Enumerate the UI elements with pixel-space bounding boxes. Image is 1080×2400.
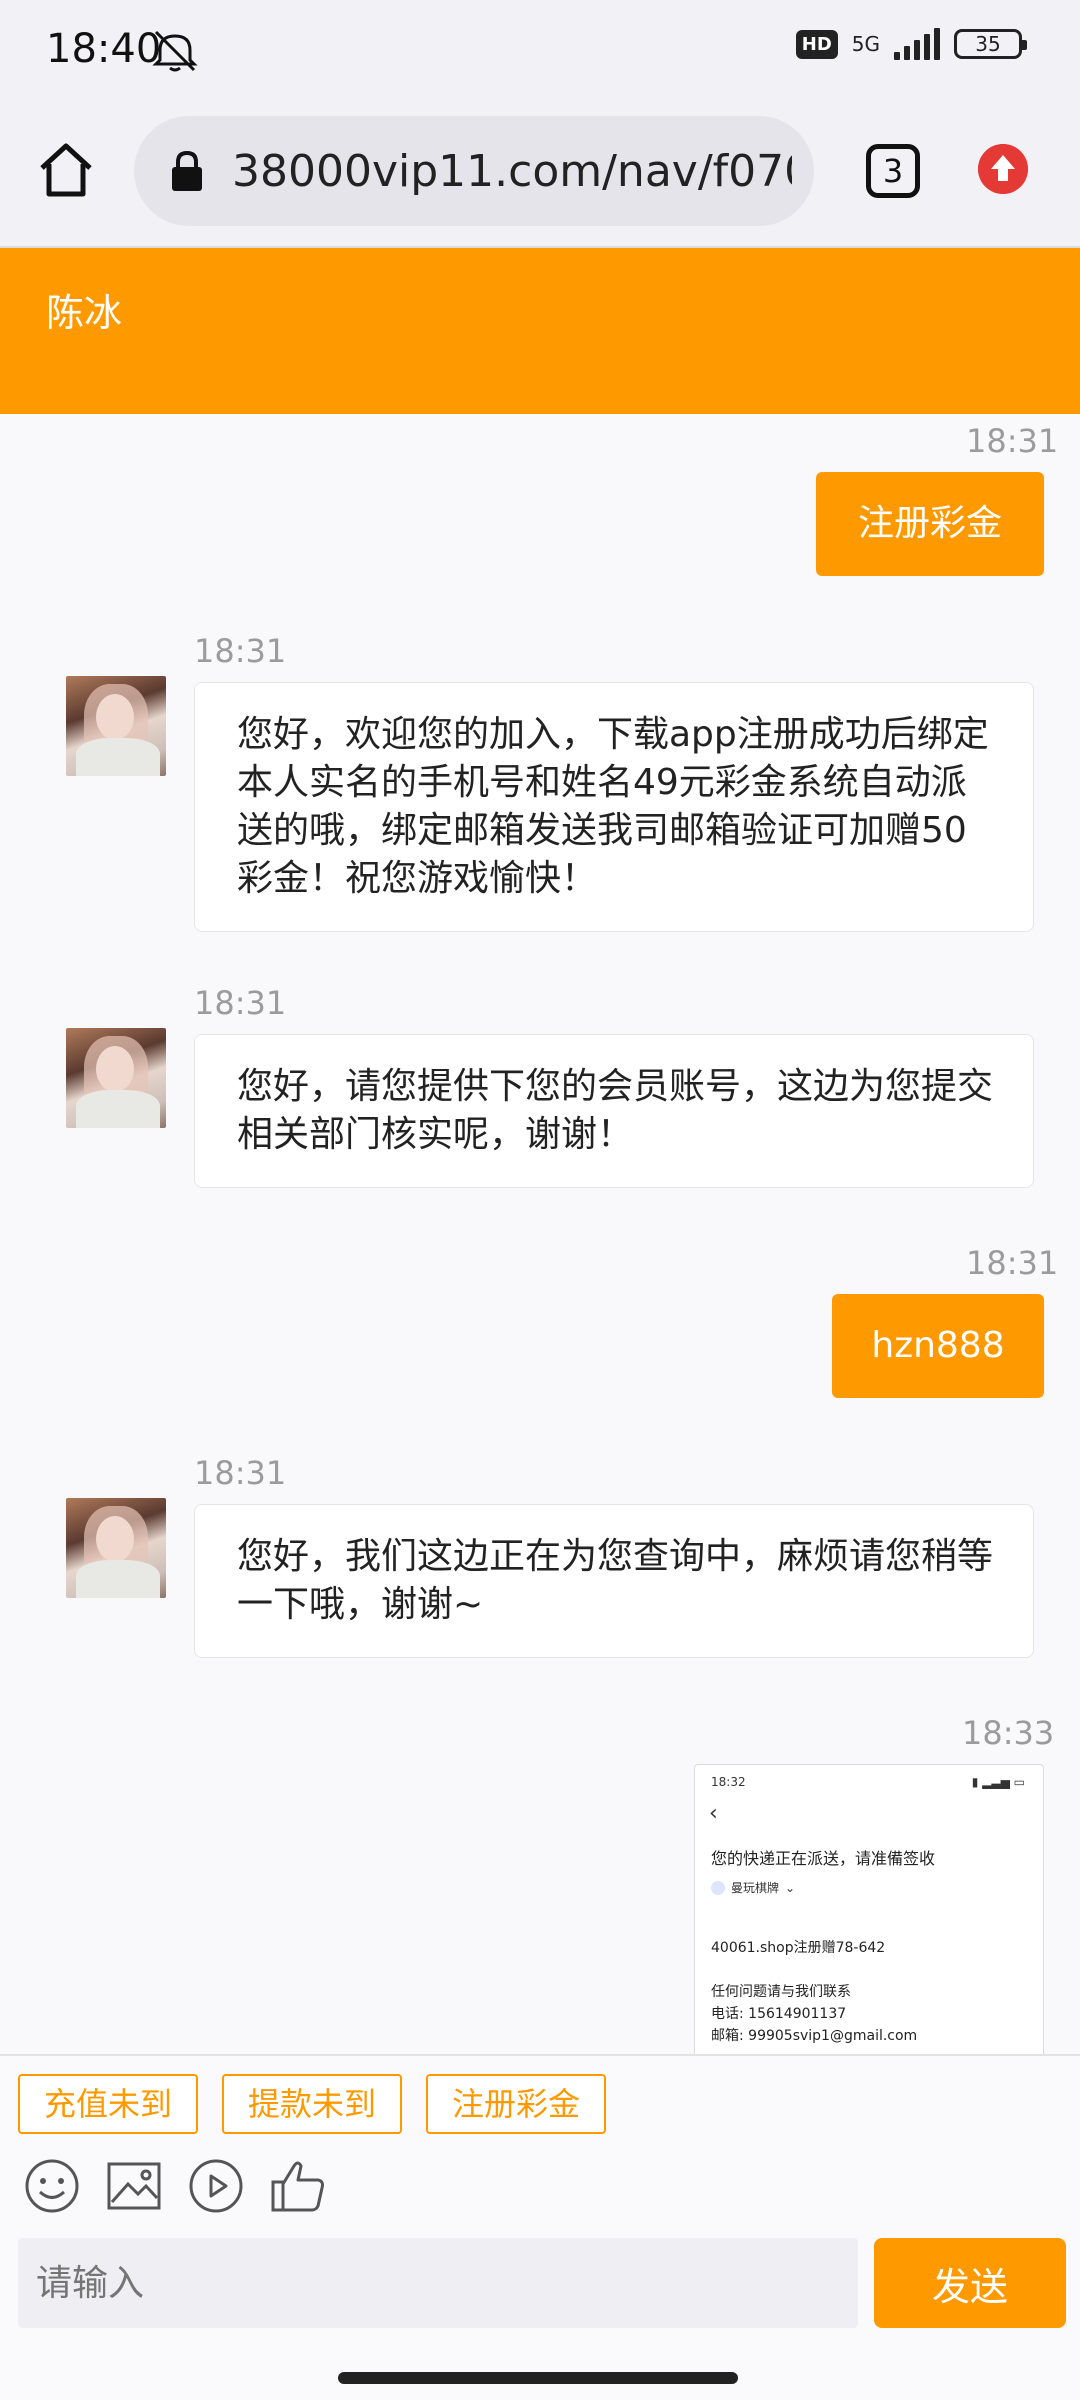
composer: 充值未到 提款未到 注册彩金 发送 <box>0 2054 1080 2354</box>
image-status-icon: ▮ ▂▃▅ ▭ <box>971 1775 1025 1789</box>
mute-icon <box>152 30 198 72</box>
send-button[interactable]: 发送 <box>874 2238 1066 2328</box>
message-time: 18:31 <box>194 984 287 1022</box>
message-time: 18:33 <box>962 1714 1055 1752</box>
agent-avatar <box>66 676 166 776</box>
status-indicators: HD 5G 35 <box>795 28 1027 60</box>
message-time: 18:31 <box>194 1454 287 1492</box>
agent-avatar <box>66 1498 166 1598</box>
home-indicator[interactable] <box>338 2372 738 2384</box>
my-message: hzn888 <box>832 1294 1044 1398</box>
chevron-down-icon: ⌄ <box>785 1880 796 1895</box>
agent-message: 您好，我们这边正在为您查询中，麻烦请您稍等一下哦，谢谢~ <box>194 1504 1034 1658</box>
message-input[interactable] <box>18 2238 858 2328</box>
image-headline: 您的快递正在派送，请准備签收 <box>711 1849 936 1868</box>
image-back-icon: ‹ <box>709 1801 718 1826</box>
video-icon[interactable] <box>186 2156 246 2216</box>
message-time: 18:31 <box>966 1244 1059 1282</box>
quick-reply-withdraw[interactable]: 提款未到 <box>222 2074 402 2134</box>
my-message: 注册彩金 <box>816 472 1044 576</box>
address-bar[interactable]: 38000vip11.com/nav/f070/c <box>134 116 814 226</box>
image-message[interactable]: 18:32 ▮ ▂▃▅ ▭ ‹ 您的快递正在派送，请准備签收 曼玩棋牌 ⌄ 400… <box>694 1764 1044 2054</box>
update-icon[interactable] <box>978 144 1028 194</box>
image-line: 电话: 15614901137 <box>711 2006 847 2022</box>
browser-toolbar: 38000vip11.com/nav/f070/c 3 <box>0 100 1080 248</box>
status-bar: 18:40 HD 5G 35 <box>0 0 1080 100</box>
message-list[interactable]: 18:31 注册彩金 18:31 您好，欢迎您的加入，下载app注册成功后绑定本… <box>0 414 1080 2054</box>
message-time: 18:31 <box>966 422 1059 460</box>
agent-avatar <box>66 1028 166 1128</box>
image-time: 18:32 <box>711 1775 746 1789</box>
emoji-icon[interactable] <box>22 2156 82 2216</box>
thumbs-up-icon[interactable] <box>268 2156 328 2216</box>
message-time: 18:31 <box>194 632 287 670</box>
agent-message: 您好，欢迎您的加入，下载app注册成功后绑定本人实名的手机号和姓名49元彩金系统… <box>194 682 1034 932</box>
image-line: 任何问题请与我们联系 <box>711 1984 851 2000</box>
hd-icon: HD <box>795 29 838 59</box>
image-line: 邮箱: 99905svip1@gmail.com <box>711 2028 918 2044</box>
image-sender-name: 曼玩棋牌 <box>731 1881 780 1895</box>
home-icon[interactable] <box>36 140 96 200</box>
agent-message: 您好，请您提供下您的会员账号，这边为您提交相关部门核实呢，谢谢！ <box>194 1034 1034 1188</box>
agent-name: 陈冰 <box>46 291 123 335</box>
gesture-bar <box>0 2354 1080 2400</box>
sender-icon <box>711 1880 725 1895</box>
image-icon[interactable] <box>104 2156 164 2216</box>
image-sender: 曼玩棋牌 ⌄ <box>711 1879 795 1896</box>
chat-header: 陈冰 <box>0 248 1080 414</box>
quick-reply-bonus[interactable]: 注册彩金 <box>426 2074 606 2134</box>
network-label: 5G <box>851 32 880 56</box>
battery-icon: 35 <box>954 29 1027 59</box>
status-time: 18:40 <box>46 26 162 72</box>
image-line: 40061.shop注册赠78-642 <box>711 1940 886 1956</box>
signal-icon <box>894 28 940 60</box>
tabs-button[interactable]: 3 <box>866 144 920 198</box>
quick-reply-deposit[interactable]: 充值未到 <box>18 2074 198 2134</box>
lock-icon <box>172 150 202 191</box>
url-text: 38000vip11.com/nav/f070/c <box>232 146 792 197</box>
